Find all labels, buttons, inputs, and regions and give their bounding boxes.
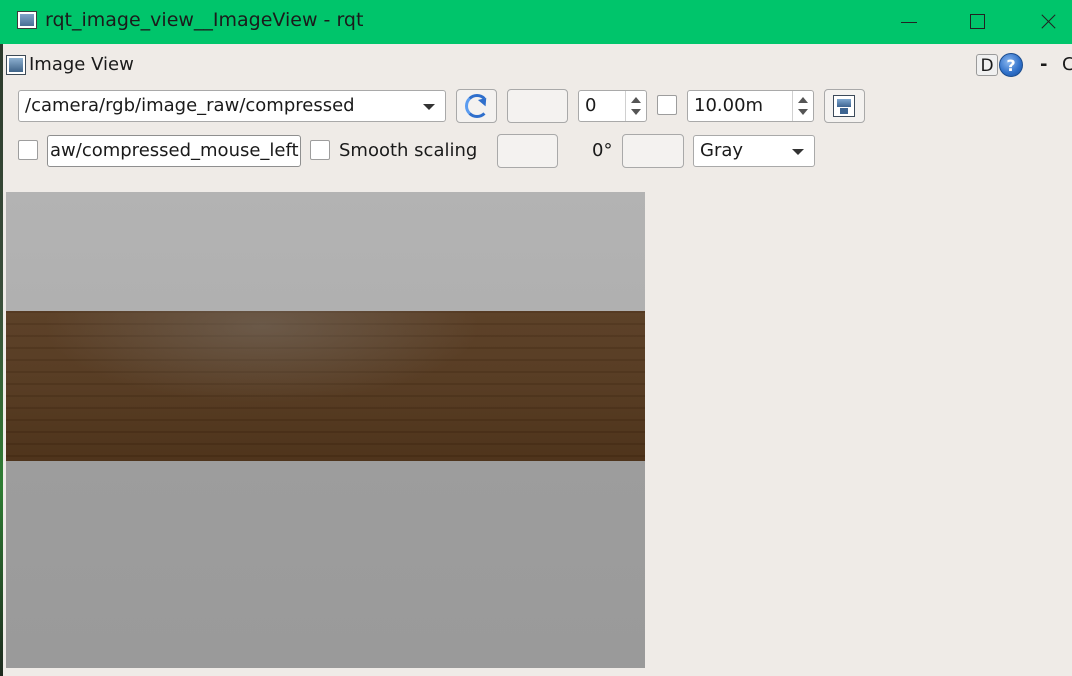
max-range-value: 10.00m	[694, 95, 764, 116]
chevron-down-icon	[792, 149, 804, 155]
maximize-button[interactable]	[962, 8, 992, 36]
value-spinbox[interactable]: 0	[578, 90, 647, 122]
topic-select-value: /camera/rgb/image_raw/compressed	[25, 95, 355, 116]
dynamic-range-checkbox[interactable]	[657, 95, 677, 115]
chevron-down-icon	[423, 104, 435, 110]
plugin-minimize-button[interactable]: -	[1040, 54, 1047, 75]
image-wood-floor-region	[6, 311, 645, 461]
max-range-spinbox[interactable]: 10.00m	[687, 90, 814, 122]
plugin-title: Image View	[29, 54, 134, 75]
minimize-button[interactable]	[894, 8, 924, 36]
window-edge	[0, 44, 3, 676]
close-button[interactable]	[1033, 8, 1063, 36]
save-image-button[interactable]	[824, 89, 865, 123]
spinbox-value: 0	[585, 95, 597, 116]
smooth-scaling-checkbox[interactable]	[310, 140, 330, 160]
spin-down-icon[interactable]	[796, 106, 810, 118]
color-scheme-value: Gray	[700, 140, 744, 161]
save-icon	[833, 95, 855, 117]
window-titlebar[interactable]: rqt_image_view__ImageView - rqt	[0, 0, 1072, 44]
rotate-right-button[interactable]	[622, 134, 684, 168]
mouse-topic-input[interactable]: aw/compressed_mouse_left	[47, 135, 301, 167]
topic-select[interactable]: /camera/rgb/image_raw/compressed	[18, 90, 446, 122]
image-floor-region	[6, 461, 645, 668]
app-icon	[17, 11, 37, 29]
color-scheme-select[interactable]: Gray	[693, 135, 815, 167]
window-title: rqt_image_view__ImageView - rqt	[45, 9, 364, 31]
plugin-close-button[interactable]: C	[1062, 54, 1072, 75]
image-wall-region	[6, 192, 645, 311]
zoom-button[interactable]	[507, 89, 568, 123]
dock-d-button[interactable]: D	[976, 54, 998, 76]
spin-up-icon[interactable]	[629, 94, 643, 106]
help-button[interactable]: ?	[999, 53, 1023, 77]
spin-up-icon[interactable]	[796, 94, 810, 106]
rotation-label: 0°	[592, 140, 613, 161]
image-view-icon	[6, 55, 26, 75]
rotate-left-button[interactable]	[497, 134, 558, 168]
refresh-icon	[465, 94, 489, 118]
publish-mouse-checkbox[interactable]	[18, 140, 38, 160]
refresh-topics-button[interactable]	[456, 89, 497, 123]
mouse-topic-value: aw/compressed_mouse_left	[50, 140, 299, 161]
image-display[interactable]	[6, 192, 645, 668]
smooth-scaling-label: Smooth scaling	[339, 140, 478, 161]
spin-down-icon[interactable]	[629, 106, 643, 118]
